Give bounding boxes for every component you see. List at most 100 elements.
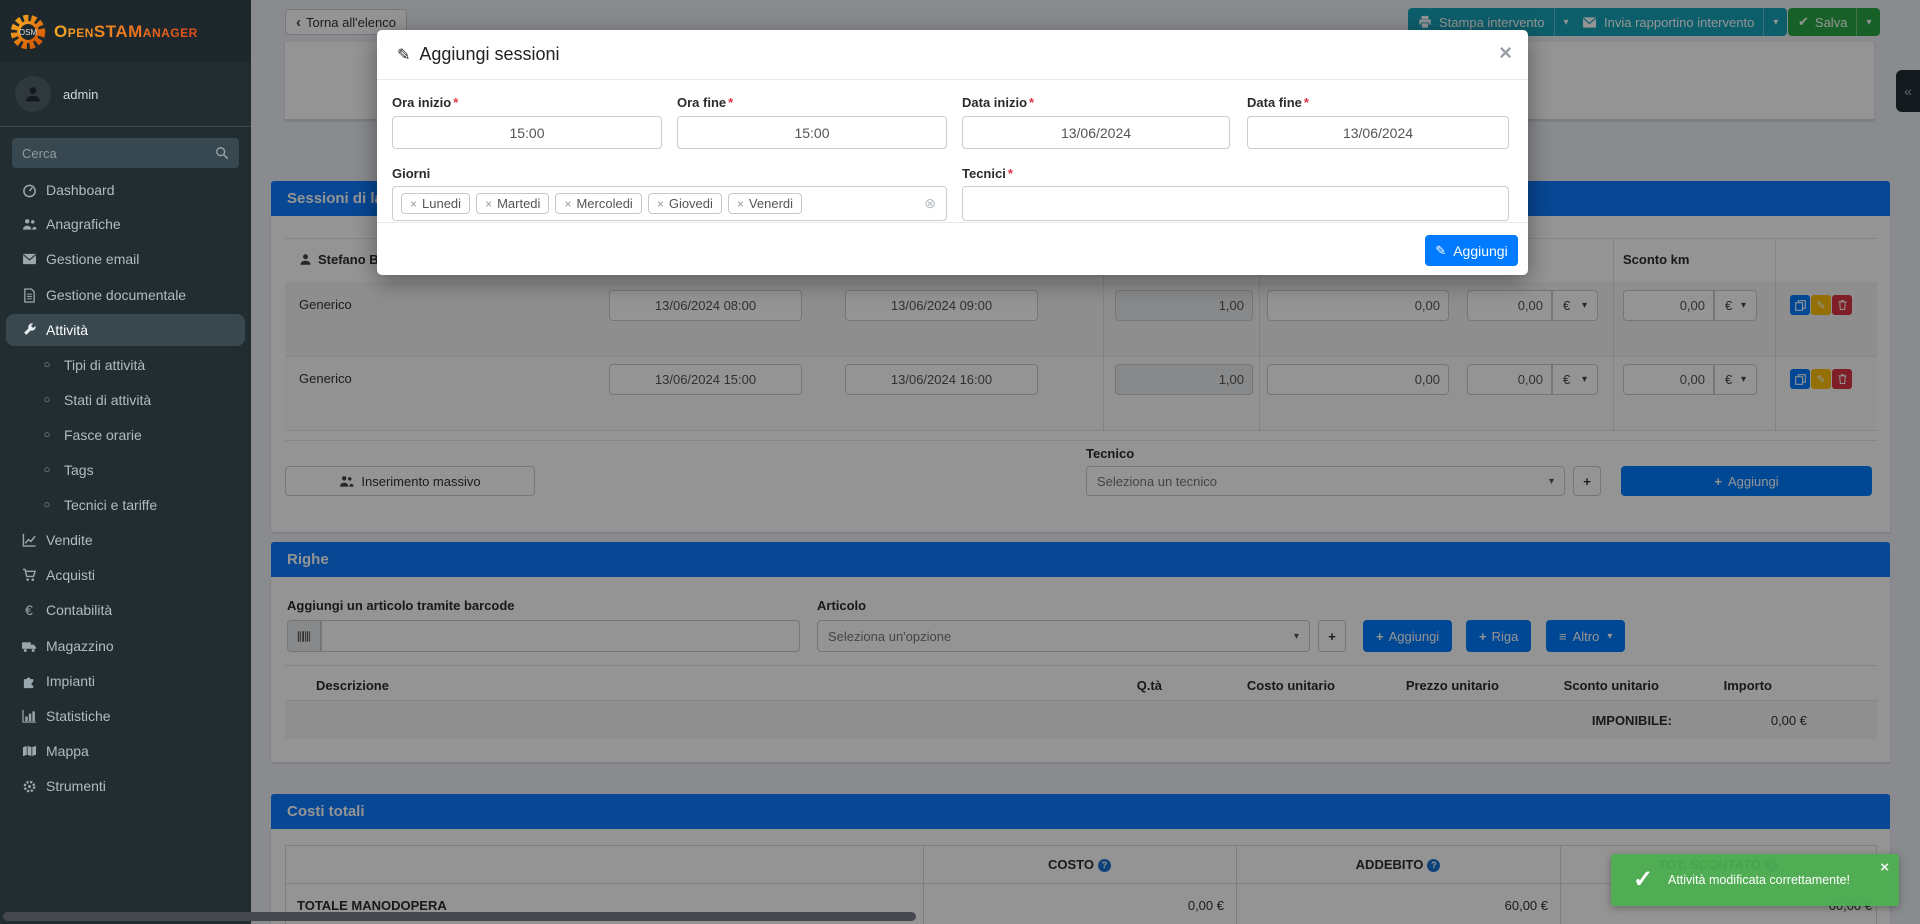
users-icon <box>20 218 38 231</box>
data-fine-label-text: Data fine <box>1247 95 1302 110</box>
required-asterisk: * <box>1304 95 1309 110</box>
day-tag: ×Giovedi <box>648 193 722 214</box>
sidebar-item-tags[interactable]: ○ Tags <box>0 454 251 486</box>
brand-name: OpenSTAManager <box>54 22 198 42</box>
data-fine-label: Data fine* <box>1247 95 1309 110</box>
osm-gear-logo-icon: OSM <box>8 12 48 52</box>
user-panel[interactable]: admin <box>15 76 98 112</box>
user-icon <box>24 85 42 103</box>
check-icon: ✓ <box>1633 865 1653 894</box>
circle-icon: ○ <box>38 499 56 511</box>
sidebar-item-tecnici-e-tariffe[interactable]: ○ Tecnici e tariffe <box>0 489 251 521</box>
success-toast: ✓ Attività modificata correttamente! × <box>1611 854 1899 906</box>
sidebar-item-contabilita[interactable]: € Contabilità <box>0 594 251 626</box>
modal-header: ✎ Aggiungi sessioni <box>377 30 1528 80</box>
giorni-tag-field[interactable]: × Lunedi × Martedi ×Mercoledi ×Giovedi × Ve… <box>392 186 947 221</box>
envelope-icon <box>20 253 38 265</box>
sidebar-item-tipi-di-attivita[interactable]: ○ Tipi di attività <box>0 349 251 381</box>
euro-icon: € <box>20 602 38 618</box>
document-icon <box>20 288 38 303</box>
data-inizio-label: Data inizio* <box>962 95 1034 110</box>
sidebar-item-gestione-documentale[interactable]: Gestione documentale <box>0 279 251 311</box>
ora-fine-label-text: Ora fine <box>677 95 726 110</box>
day-tag: × Martedi <box>476 193 549 214</box>
sidebar-item-label: Gestione email <box>46 251 139 267</box>
divider <box>0 126 251 127</box>
sidebar-item-mappa[interactable]: Mappa <box>0 735 251 767</box>
sidebar-item-acquisti[interactable]: Acquisti <box>0 559 251 591</box>
sidebar-item-vendite[interactable]: Vendite <box>0 524 251 556</box>
giorni-label: Giorni <box>392 166 430 181</box>
ora-inizio-label: Ora inizio* <box>392 95 458 110</box>
sidebar-item-magazzino[interactable]: Magazzino <box>0 630 251 662</box>
remove-tag-icon[interactable]: × <box>485 197 492 211</box>
modal-submit-label: Aggiungi <box>1453 243 1508 259</box>
sidebar-item-impianti[interactable]: Impianti <box>0 665 251 697</box>
data-fine-input[interactable] <box>1247 116 1509 149</box>
required-asterisk: * <box>1008 166 1013 181</box>
clear-all-icon[interactable]: ⊗ <box>924 195 936 212</box>
sidebar-item-anagrafiche[interactable]: Anagrafiche <box>0 208 251 240</box>
required-asterisk: * <box>1029 95 1034 110</box>
modal-submit-button[interactable]: ✎ Aggiungi <box>1425 235 1518 266</box>
sidebar-item-attivita[interactable]: Attività <box>6 314 245 346</box>
modal-footer-divider <box>377 222 1528 223</box>
sidebar: OSM OpenSTAManager admin Cerca Dashboard… <box>0 0 251 924</box>
circle-icon: ○ <box>38 429 56 441</box>
sidebar-item-label: Attività <box>46 322 88 338</box>
sidebar-subitem-label: Stati di attività <box>64 392 151 408</box>
gauge-icon <box>20 183 38 198</box>
sidebar-subitem-label: Tags <box>64 462 94 478</box>
bar-chart-icon <box>20 709 38 723</box>
remove-tag-icon[interactable]: × <box>410 197 417 211</box>
search-icon[interactable] <box>215 146 229 160</box>
circle-icon: ○ <box>38 394 56 406</box>
data-inizio-label-text: Data inizio <box>962 95 1027 110</box>
tecnici-input[interactable] <box>962 186 1509 221</box>
circle-icon: ○ <box>38 359 56 371</box>
wrench-icon <box>20 323 38 338</box>
circle-icon: ○ <box>38 464 56 476</box>
sidebar-item-statistiche[interactable]: Statistiche <box>0 700 251 732</box>
sidebar-item-strumenti[interactable]: Strumenti <box>0 770 251 802</box>
sidebar-item-stati-di-attivita[interactable]: ○ Stati di attività <box>0 384 251 416</box>
remove-tag-icon[interactable]: × <box>564 197 571 211</box>
cart-icon <box>20 568 38 582</box>
sidebar-subitem-label: Tecnici e tariffe <box>64 497 157 513</box>
remove-tag-icon[interactable]: × <box>737 197 744 211</box>
sidebar-item-label: Acquisti <box>46 567 95 583</box>
sidebar-item-label: Statistiche <box>46 708 111 724</box>
horizontal-scrollbar[interactable] <box>3 912 916 921</box>
sidebar-item-dashboard[interactable]: Dashboard <box>0 174 251 206</box>
required-asterisk: * <box>728 95 733 110</box>
sidebar-subitem-label: Fasce orarie <box>64 427 142 443</box>
data-inizio-input[interactable] <box>962 116 1230 149</box>
sidebar-item-label: Impianti <box>46 673 95 689</box>
day-tag-label: Venerdi <box>749 196 793 211</box>
day-tag: ×Mercoledi <box>555 193 641 214</box>
toast-close-button[interactable]: × <box>1880 859 1889 876</box>
add-sessions-modal: ✎ Aggiungi sessioni × Ora inizio* Ora fi… <box>377 30 1528 275</box>
ora-inizio-label-text: Ora inizio <box>392 95 451 110</box>
brand-header[interactable]: OSM OpenSTAManager <box>0 0 251 63</box>
sidebar-item-label: Magazzino <box>46 638 114 654</box>
sidebar-search[interactable]: Cerca <box>12 138 239 168</box>
required-asterisk: * <box>453 95 458 110</box>
sidebar-item-label: Anagrafiche <box>46 216 121 232</box>
day-tag-label: Martedi <box>497 196 540 211</box>
ora-inizio-input[interactable] <box>392 116 662 149</box>
modal-close-button[interactable]: × <box>1499 40 1512 66</box>
chart-line-icon <box>20 533 38 547</box>
search-placeholder: Cerca <box>22 146 57 161</box>
sidebar-item-gestione-email[interactable]: Gestione email <box>0 243 251 275</box>
sidebar-item-label: Strumenti <box>46 778 106 794</box>
avatar <box>15 76 51 112</box>
sidebar-item-fasce-orarie[interactable]: ○ Fasce orarie <box>0 419 251 451</box>
sidebar-subitem-label: Tipi di attività <box>64 357 145 373</box>
remove-tag-icon[interactable]: × <box>657 197 664 211</box>
day-tag-label: Lunedi <box>422 196 461 211</box>
sidebar-item-label: Gestione documentale <box>46 287 186 303</box>
tecnici-label-text: Tecnici <box>962 166 1006 181</box>
ora-fine-input[interactable] <box>677 116 947 149</box>
sidebar-item-label: Vendite <box>46 532 93 548</box>
